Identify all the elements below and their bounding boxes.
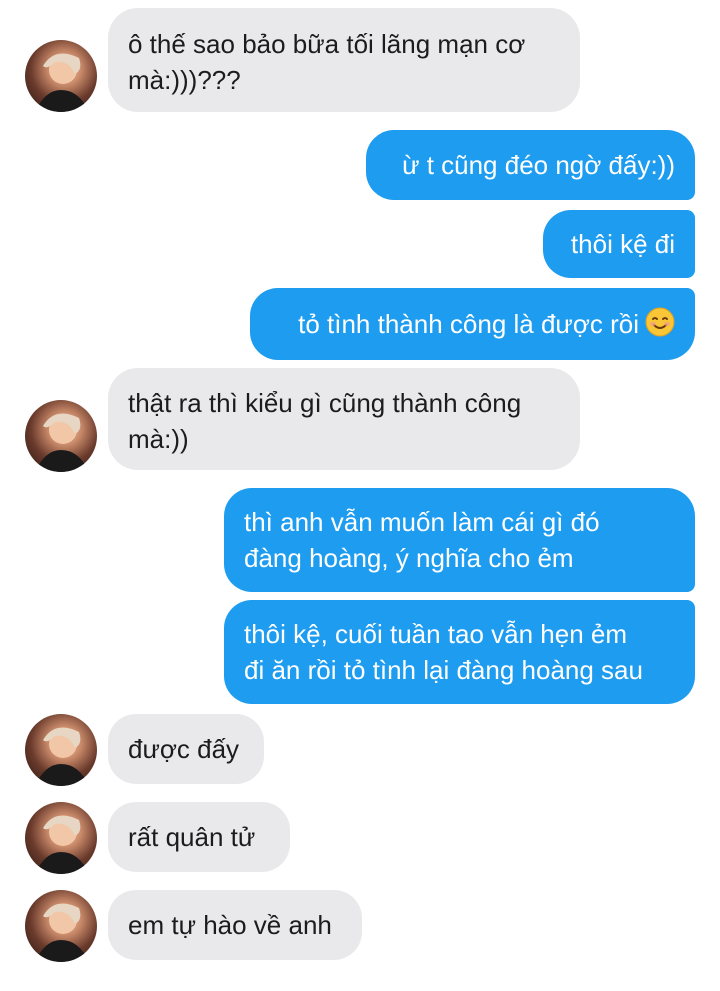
message-bubble-outgoing[interactable]: tỏ tình thành công là được rồi	[250, 288, 695, 360]
message-text-line: đàng hoàng, ý nghĩa cho ẻm	[244, 543, 574, 573]
message-text-line: em tự hào về anh	[128, 910, 332, 940]
message-text-line: tỏ tình thành công là được rồi	[298, 309, 639, 339]
message-bubble-incoming[interactable]: ô thế sao bảo bữa tối lãng mạn cơ mà:)))…	[108, 8, 580, 112]
message-bubble-incoming[interactable]: được đấy	[108, 714, 264, 784]
message-bubble-incoming[interactable]: rất quân tử	[108, 802, 290, 872]
message-text-line: thôi kệ đi	[570, 229, 675, 259]
message-bubble-incoming[interactable]: thật ra thì kiểu gì cũng thành công mà:)…	[108, 368, 580, 470]
message-text-line: thật ra thì kiểu gì cũng thành công	[128, 388, 522, 418]
friend-avatar[interactable]	[25, 714, 97, 786]
message-bubble-incoming[interactable]: em tự hào về anh	[108, 890, 362, 960]
smiling-face-icon	[645, 307, 675, 346]
message-text-line: đi ăn rồi tỏ tình lại đàng hoàng sau	[244, 655, 643, 685]
message-text-line: ô thế sao bảo bữa tối lãng mạn cơ	[128, 29, 526, 59]
friend-avatar[interactable]	[25, 40, 97, 112]
friend-avatar[interactable]	[25, 890, 97, 962]
message-text-line: thôi kệ, cuối tuần tao vẫn hẹn ẻm	[244, 619, 628, 649]
message-text-line: ừ t cũng đéo ngờ đấy:))	[402, 150, 675, 180]
message-text-line: mà:))	[128, 424, 189, 454]
message-bubble-outgoing[interactable]: thôi kệ đi	[543, 210, 695, 278]
message-bubble-outgoing[interactable]: ừ t cũng đéo ngờ đấy:))	[366, 130, 695, 200]
message-text-line: rất quân tử	[128, 822, 256, 852]
message-text-line: thì anh vẫn muốn làm cái gì đó	[244, 507, 600, 537]
friend-avatar[interactable]	[25, 400, 97, 472]
message-bubble-outgoing[interactable]: thì anh vẫn muốn làm cái gì đó đàng hoàn…	[224, 488, 695, 592]
friend-avatar[interactable]	[25, 802, 97, 874]
message-text-line: mà:)))???	[128, 65, 241, 95]
message-bubble-outgoing[interactable]: thôi kệ, cuối tuần tao vẫn hẹn ẻm đi ăn …	[224, 600, 695, 704]
message-text-line: được đấy	[128, 734, 240, 764]
